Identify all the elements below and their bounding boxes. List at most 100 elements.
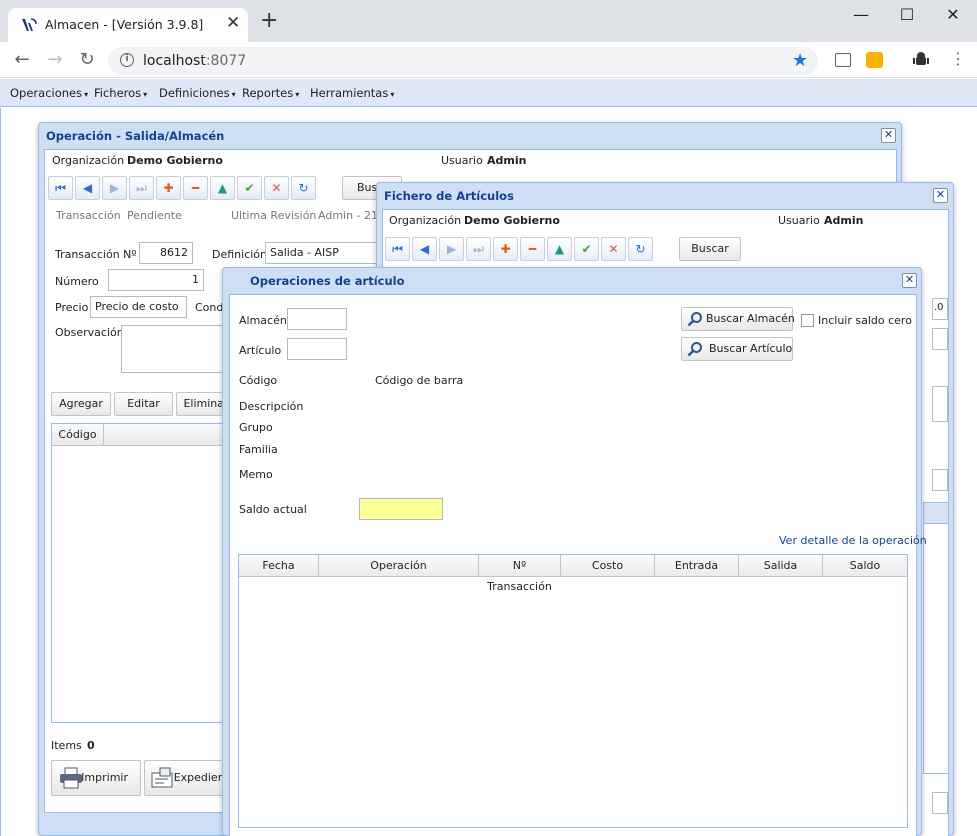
next-record-icon[interactable]: ▶ xyxy=(439,237,464,261)
cancel-icon[interactable]: ✕ xyxy=(601,237,626,261)
reload-icon[interactable]: ↻ xyxy=(75,48,99,72)
price-label: Precio xyxy=(55,301,89,314)
org-label: Organización xyxy=(52,154,125,167)
operacion-column[interactable]: Operación xyxy=(319,555,479,577)
ver-detalle-link[interactable]: Ver detalle de la operación xyxy=(779,534,927,547)
user-label: Usuario xyxy=(778,214,820,227)
forward-icon[interactable]: → xyxy=(43,48,67,72)
close-icon[interactable]: ✕ xyxy=(902,273,917,288)
items-count: 0 xyxy=(87,739,95,752)
first-record-icon[interactable]: ⏮ xyxy=(48,176,73,200)
search-button[interactable]: Buscar xyxy=(679,237,741,261)
edge-field[interactable] xyxy=(932,386,948,422)
transaction-label: Transacción xyxy=(56,209,121,222)
printer-icon xyxy=(60,767,82,789)
up-icon[interactable]: ▲ xyxy=(210,176,235,200)
edge-grid xyxy=(923,524,949,774)
browser-menu-icon[interactable]: ⋮ xyxy=(950,49,966,68)
operaciones-body: Almacén Artículo Buscar Almacén Incluir … xyxy=(229,294,927,836)
menu-definiciones[interactable]: Definiciones ▾ xyxy=(159,86,236,100)
menu-ficheros[interactable]: Ficheros ▾ xyxy=(94,86,147,100)
accept-icon[interactable]: ✔ xyxy=(574,237,599,261)
add-record-icon[interactable]: ✚ xyxy=(156,176,181,200)
add-record-icon[interactable]: ✚ xyxy=(493,237,518,261)
buscar-articulo-label: Buscar Artículo xyxy=(709,342,793,355)
accept-icon[interactable]: ✔ xyxy=(237,176,262,200)
salida-column[interactable]: Salida xyxy=(739,555,823,577)
tab-title: Almacen - [Versión 3.9.8] xyxy=(45,17,204,32)
new-tab-button[interactable]: + xyxy=(260,10,278,32)
trans-no-field[interactable]: 8612 xyxy=(139,242,193,264)
code-column[interactable]: Código xyxy=(52,424,104,446)
buscar-articulo-button[interactable]: Buscar Artículo xyxy=(681,337,793,361)
saldo-column[interactable]: Saldo xyxy=(823,555,907,577)
almacen-field[interactable] xyxy=(287,308,347,330)
user-value: Admin xyxy=(824,214,864,227)
entrada-column[interactable]: Entrada xyxy=(655,555,739,577)
prev-record-icon[interactable]: ◀ xyxy=(75,176,100,200)
info-icon[interactable]: i xyxy=(120,53,134,67)
extension-android-icon[interactable] xyxy=(912,51,930,69)
operations-grid: Fecha Operación Nº Transacción Costo Ent… xyxy=(238,554,908,828)
tab-close-icon[interactable]: ✕ xyxy=(226,13,240,33)
back-icon[interactable]: ← xyxy=(10,48,34,72)
edge-field[interactable] xyxy=(932,328,948,350)
url-input[interactable]: i localhost:8077 ★ xyxy=(108,47,818,75)
costo-column[interactable]: Costo xyxy=(561,555,655,577)
observation-field[interactable] xyxy=(121,325,231,373)
address-bar: ← → ↻ i localhost:8077 ★ ⋮ xyxy=(0,42,977,78)
fecha-column[interactable]: Fecha xyxy=(239,555,319,577)
expediente-button[interactable]: Expedient xyxy=(144,760,234,796)
edge-grid-header xyxy=(923,502,949,524)
incluir-saldo-cero-checkbox[interactable] xyxy=(801,314,814,327)
buscar-almacen-label: Buscar Almacén xyxy=(706,312,795,325)
up-icon[interactable]: ▲ xyxy=(547,237,572,261)
grupo-label: Grupo xyxy=(239,421,273,434)
almacen-label: Almacén xyxy=(239,314,287,327)
remove-record-icon[interactable]: ━ xyxy=(183,176,208,200)
familia-label: Familia xyxy=(239,443,278,456)
close-icon[interactable]: ✕ xyxy=(933,188,948,203)
buscar-almacen-button[interactable]: Buscar Almacén xyxy=(681,307,795,331)
codigo-label: Código xyxy=(239,374,278,387)
edge-field[interactable] xyxy=(932,792,948,814)
edge-field[interactable]: .0 xyxy=(932,298,948,320)
menu-herramientas[interactable]: Herramientas ▾ xyxy=(310,86,394,100)
codigo-barra-label: Código de barra xyxy=(375,374,464,387)
menu-operaciones[interactable]: Operaciones ▾ xyxy=(10,86,88,100)
menu-reportes[interactable]: Reportes ▾ xyxy=(242,86,299,100)
first-record-icon[interactable]: ⏮ xyxy=(385,237,410,261)
edge-field[interactable] xyxy=(932,469,948,491)
refresh-icon[interactable]: ↻ xyxy=(291,176,316,200)
number-field[interactable]: 1 xyxy=(108,269,204,291)
edit-button[interactable]: Editar xyxy=(114,392,173,416)
bookmark-star-icon[interactable]: ★ xyxy=(792,50,808,71)
maximize-button[interactable]: ☐ xyxy=(884,3,930,29)
grid-header: Código xyxy=(52,424,230,446)
minimize-button[interactable]: — xyxy=(838,3,884,29)
remove-record-icon[interactable]: ━ xyxy=(520,237,545,261)
extension-window-icon[interactable] xyxy=(835,53,851,67)
cancel-icon[interactable]: ✕ xyxy=(264,176,289,200)
definition-field[interactable]: Salida - AISP xyxy=(265,242,385,264)
price-field[interactable]: Precio de costo xyxy=(90,296,187,318)
items-label: Items xyxy=(51,739,82,752)
prev-record-icon[interactable]: ◀ xyxy=(412,237,437,261)
items-grid: Código xyxy=(51,423,231,723)
browser-titlebar: Almacen - [Versión 3.9.8] ✕ + — ☐ ✕ xyxy=(0,0,977,42)
close-window-button[interactable]: ✕ xyxy=(930,3,976,29)
transaccion-column[interactable]: Nº Transacción xyxy=(479,555,561,593)
extension-badge-icon[interactable] xyxy=(866,52,883,68)
close-icon[interactable]: ✕ xyxy=(881,128,896,143)
refresh-icon[interactable]: ↻ xyxy=(628,237,653,261)
last-record-icon[interactable]: ⏭ xyxy=(466,237,491,261)
saldo-actual-field xyxy=(359,498,443,520)
next-record-icon[interactable]: ▶ xyxy=(102,176,127,200)
browser-tab[interactable]: Almacen - [Versión 3.9.8] ✕ xyxy=(8,8,248,42)
observation-label: Observación xyxy=(55,326,124,339)
last-record-icon[interactable]: ⏭ xyxy=(129,176,154,200)
articulo-field[interactable] xyxy=(287,338,347,360)
print-button[interactable]: Imprimir xyxy=(51,760,141,796)
add-button[interactable]: Agregar xyxy=(51,392,111,416)
search-icon xyxy=(687,342,702,357)
